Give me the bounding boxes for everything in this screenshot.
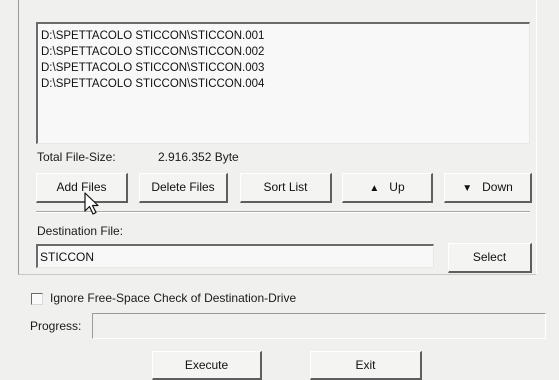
arrow-up-icon: ▲: [369, 183, 380, 194]
execute-button[interactable]: Execute: [152, 351, 262, 380]
mouse-pointer-icon: [84, 192, 99, 215]
progress-label: Progress:: [30, 319, 82, 333]
file-listbox[interactable]: D:\SPETTACOLO STICCON\STICCON.001 D:\SPE…: [36, 22, 530, 144]
destination-file-input[interactable]: [36, 244, 434, 268]
down-button-label: Down: [482, 180, 513, 194]
progress-bar: [92, 313, 546, 339]
separator: [36, 211, 530, 213]
delete-files-button[interactable]: Delete Files: [139, 173, 228, 203]
list-item[interactable]: D:\SPETTACOLO STICCON\STICCON.001: [41, 29, 264, 44]
up-button-label: Up: [389, 180, 405, 194]
ignore-free-space-checkbox[interactable]: [31, 293, 43, 305]
sort-list-button[interactable]: Sort List: [240, 173, 332, 203]
up-button[interactable]: ▲ Up: [342, 173, 433, 203]
destination-file-label: Destination File:: [37, 224, 124, 238]
list-item[interactable]: D:\SPETTACOLO STICCON\STICCON.003: [41, 61, 264, 76]
select-button[interactable]: Select: [448, 243, 532, 273]
total-size-label: Total File-Size:: [37, 150, 116, 164]
ignore-free-space-label: Ignore Free-Space Check of Destination-D…: [50, 291, 297, 305]
list-item[interactable]: D:\SPETTACOLO STICCON\STICCON.002: [41, 45, 264, 60]
exit-button[interactable]: Exit: [310, 351, 422, 380]
add-files-button[interactable]: Add Files: [36, 173, 128, 203]
down-button[interactable]: ▼ Down: [444, 173, 532, 203]
total-size-value: 2.916.352 Byte: [158, 150, 239, 164]
list-item[interactable]: D:\SPETTACOLO STICCON\STICCON.004: [41, 77, 264, 92]
arrow-down-icon: ▼: [462, 183, 473, 194]
